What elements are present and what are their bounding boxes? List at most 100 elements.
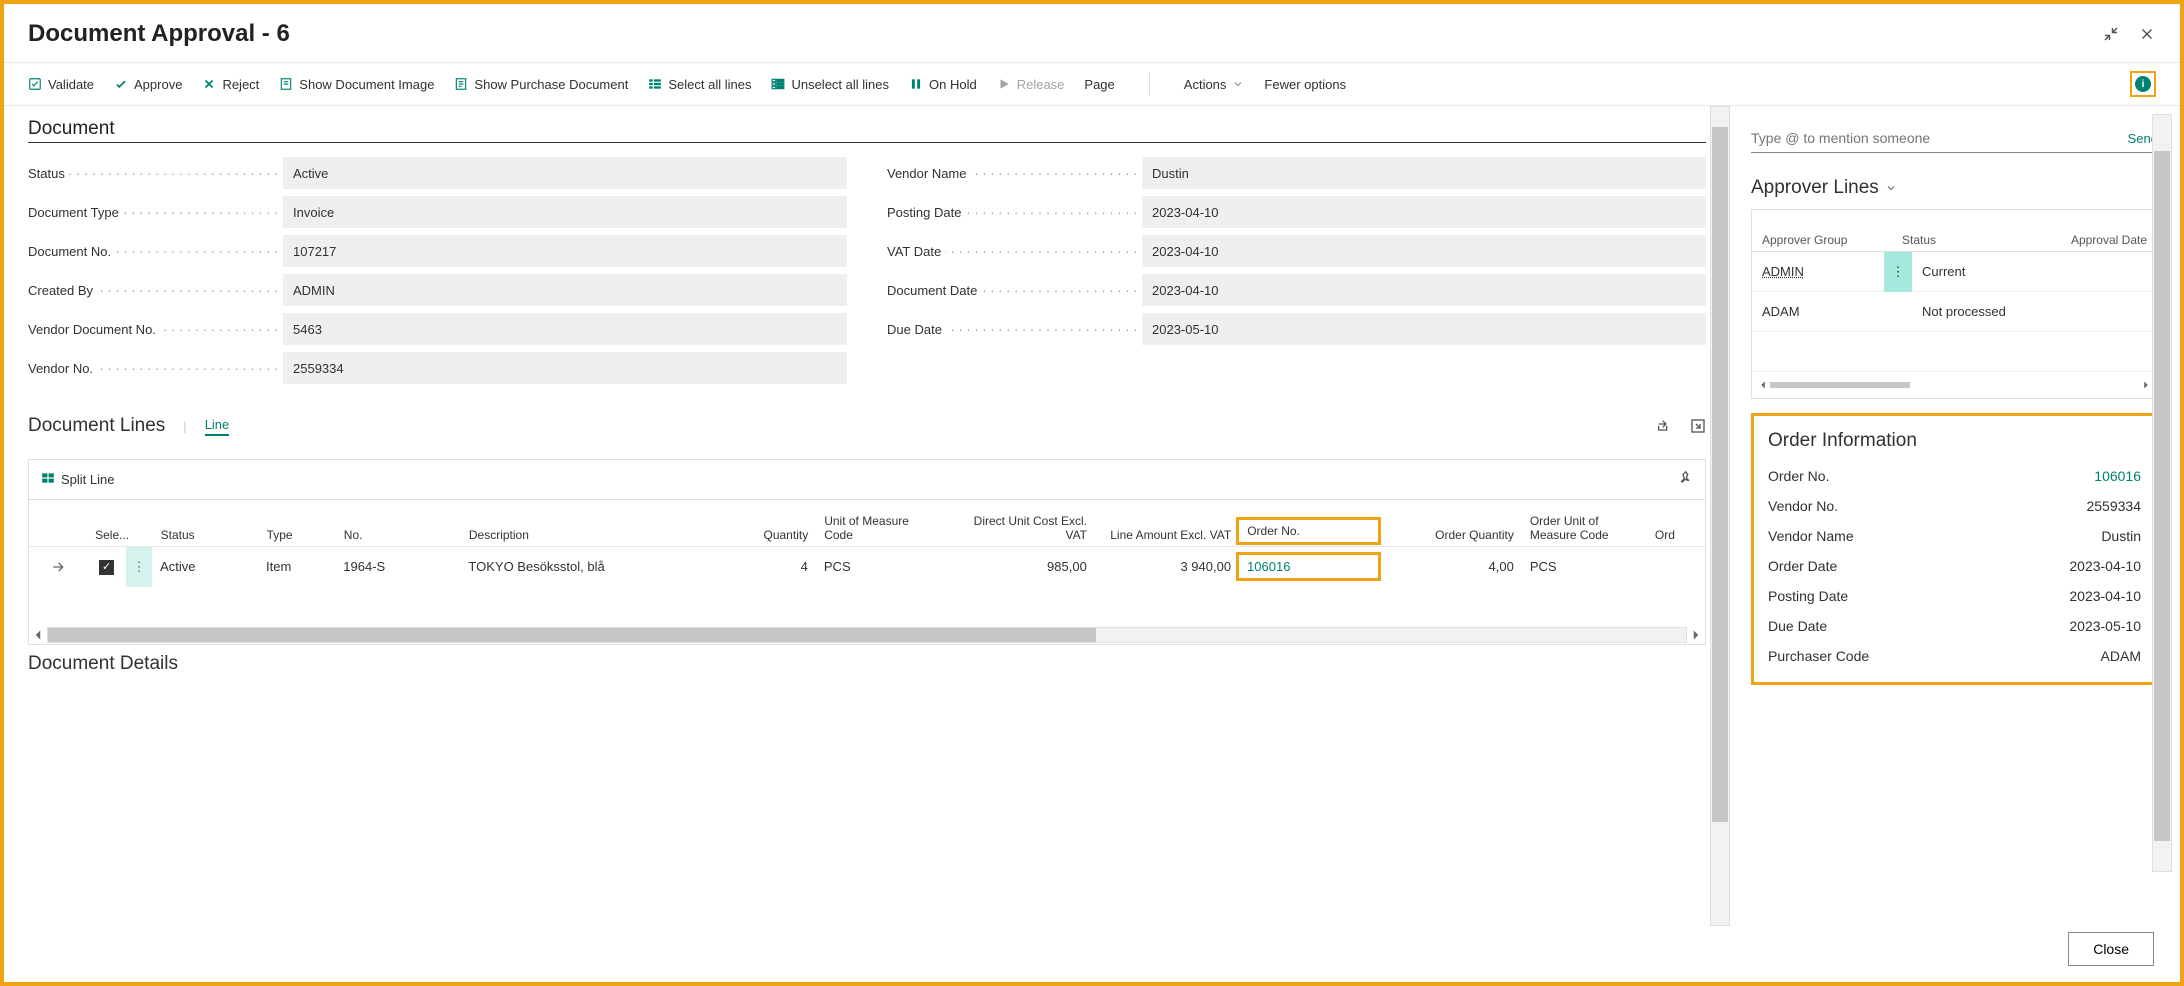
col-sele[interactable]: Sele...: [87, 528, 127, 542]
vertical-scrollbar[interactable]: [2152, 114, 2172, 872]
field-posting-date: Posting Date2023-04-10: [887, 196, 1706, 228]
field-vendor-name: Vendor NameDustin: [887, 157, 1706, 189]
scroll-right-icon[interactable]: [1687, 626, 1705, 644]
document-date-field[interactable]: 2023-04-10: [1142, 274, 1706, 306]
col-order-qty[interactable]: Order Quantity: [1378, 528, 1522, 542]
close-icon[interactable]: [2138, 25, 2156, 43]
validate-icon: [28, 77, 42, 91]
field-document-date: Document Date2023-04-10: [887, 274, 1706, 306]
approver-status-cell: Not processed: [1912, 304, 2042, 319]
field-label: Posting Date: [887, 205, 1142, 220]
approver-row[interactable]: ADMIN ⋮ Current: [1752, 252, 2157, 292]
approver-row[interactable]: ADAM Not processed: [1752, 292, 2157, 332]
created-by-field[interactable]: ADMIN: [283, 274, 847, 306]
pin-icon[interactable]: [1677, 470, 1693, 489]
field-label: Created By: [28, 283, 283, 298]
col-direct-unit-cost[interactable]: Direct Unit Cost Excl. VAT: [941, 514, 1095, 542]
order-information-panel: Order Information Order No.106016 Vendor…: [1751, 413, 2158, 685]
col-line-amount[interactable]: Line Amount Excl. VAT: [1095, 528, 1239, 542]
col-uom[interactable]: Unit of Measure Code: [816, 514, 941, 542]
document-details-title: Document Details: [28, 653, 1730, 675]
col-no[interactable]: No.: [336, 528, 461, 542]
field-label: Status: [28, 166, 283, 181]
vendor-name-field[interactable]: Dustin: [1142, 157, 1706, 189]
validate-button[interactable]: Validate: [28, 63, 94, 105]
separator: [1149, 72, 1150, 96]
document-lines-table: Sele... Status Type No. Description Quan…: [28, 500, 1706, 645]
col-approver-group[interactable]: Approver Group: [1752, 233, 1892, 247]
cell-order-qty: 4,00: [1378, 559, 1522, 574]
actions-menu[interactable]: Actions: [1184, 63, 1245, 105]
vat-date-field[interactable]: 2023-04-10: [1142, 235, 1706, 267]
field-document-type: Document TypeInvoice: [28, 196, 847, 228]
unselect-all-lines-button[interactable]: Unselect all lines: [771, 63, 889, 105]
approver-horizontal-scrollbar[interactable]: [1752, 372, 2157, 398]
scroll-left-icon[interactable]: [29, 626, 47, 644]
field-label: Vendor No.: [28, 361, 283, 376]
close-button[interactable]: Close: [2068, 932, 2154, 966]
toolbar-group: Validate Approve Reject Show Document Im…: [28, 63, 1346, 105]
col-description[interactable]: Description: [461, 528, 710, 542]
mention-input[interactable]: [1751, 124, 2116, 152]
cell-status: Active: [152, 559, 258, 574]
table-row[interactable]: ✓ ⋮ Active Item 1964-S TOKYO Besöksstol,…: [29, 546, 1705, 586]
header: Document Approval - 6: [4, 12, 2180, 62]
on-hold-button[interactable]: On Hold: [909, 63, 977, 105]
cell-direct-unit-cost: 985,00: [941, 559, 1095, 574]
chevron-down-icon: [1232, 78, 1244, 90]
share-icon[interactable]: [1656, 418, 1672, 434]
col-type[interactable]: Type: [259, 528, 336, 542]
approver-lines-title[interactable]: Approver Lines: [1751, 177, 1897, 199]
info-badge[interactable]: i: [2130, 71, 2156, 97]
col-approval-date[interactable]: Approval Date: [2022, 233, 2157, 247]
line-link[interactable]: Line: [205, 417, 230, 436]
status-field[interactable]: Active: [283, 157, 847, 189]
row-checkbox[interactable]: ✓: [87, 558, 126, 575]
checkmark-icon: ✓: [99, 560, 114, 575]
collapse-icon[interactable]: [2102, 25, 2120, 43]
document-no-field[interactable]: 107217: [283, 235, 847, 267]
order-no-link[interactable]: 106016: [2094, 468, 2141, 484]
vendor-no-field[interactable]: 2559334: [283, 352, 847, 384]
approve-button[interactable]: Approve: [114, 63, 182, 105]
main-vertical-scrollbar[interactable]: [1710, 106, 1730, 926]
col-status[interactable]: Status: [153, 528, 259, 542]
col-order-no[interactable]: Order No.: [1236, 517, 1380, 545]
col-quantity[interactable]: Quantity: [710, 528, 816, 542]
side-panel: Send Approver Lines Approver Group Statu…: [1730, 106, 2180, 926]
oi-order-date: Order Date2023-04-10: [1768, 558, 2141, 574]
show-document-image-button[interactable]: Show Document Image: [279, 63, 434, 105]
document-lines-header: Document Lines | Line: [28, 415, 1706, 437]
cell-description: TOKYO Besöksstol, blå: [460, 559, 710, 574]
select-all-lines-button[interactable]: Select all lines: [648, 63, 751, 105]
oi-vendor-name: Vendor NameDustin: [1768, 528, 2141, 544]
show-purchase-document-button[interactable]: Show Purchase Document: [454, 63, 628, 105]
vendor-document-no-field[interactable]: 5463: [283, 313, 847, 345]
fewer-options-button[interactable]: Fewer options: [1264, 63, 1346, 105]
row-more-menu[interactable]: ⋮: [126, 547, 152, 587]
scroll-right-icon[interactable]: [2139, 378, 2153, 392]
document-image-icon: [279, 77, 293, 91]
due-date-field[interactable]: 2023-05-10: [1142, 313, 1706, 345]
document-type-field[interactable]: Invoice: [283, 196, 847, 228]
cell-order-no[interactable]: 106016: [1236, 552, 1381, 581]
info-icon: i: [2135, 76, 2151, 92]
field-label: Vendor Document No.: [28, 322, 283, 337]
split-line-button[interactable]: Split Line: [41, 471, 114, 488]
col-order-uom[interactable]: Order Unit of Measure Code: [1522, 514, 1647, 542]
cell-no: 1964-S: [335, 559, 460, 574]
posting-date-field[interactable]: 2023-04-10: [1142, 196, 1706, 228]
document-lines-title: Document Lines: [28, 415, 165, 437]
field-label: Vendor Name: [887, 166, 1142, 181]
col-ord[interactable]: Ord: [1647, 528, 1705, 542]
page-menu[interactable]: Page: [1084, 63, 1114, 105]
reject-button[interactable]: Reject: [202, 63, 259, 105]
row-more-menu[interactable]: ⋮: [1884, 252, 1912, 292]
horizontal-scrollbar[interactable]: [29, 626, 1705, 644]
row-handle[interactable]: [29, 559, 87, 575]
play-icon: [997, 77, 1011, 91]
scroll-left-icon[interactable]: [1756, 378, 1770, 392]
expand-icon[interactable]: [1690, 418, 1706, 434]
field-vendor-no: Vendor No.2559334: [28, 352, 847, 384]
col-approver-status[interactable]: Status: [1892, 233, 2022, 247]
